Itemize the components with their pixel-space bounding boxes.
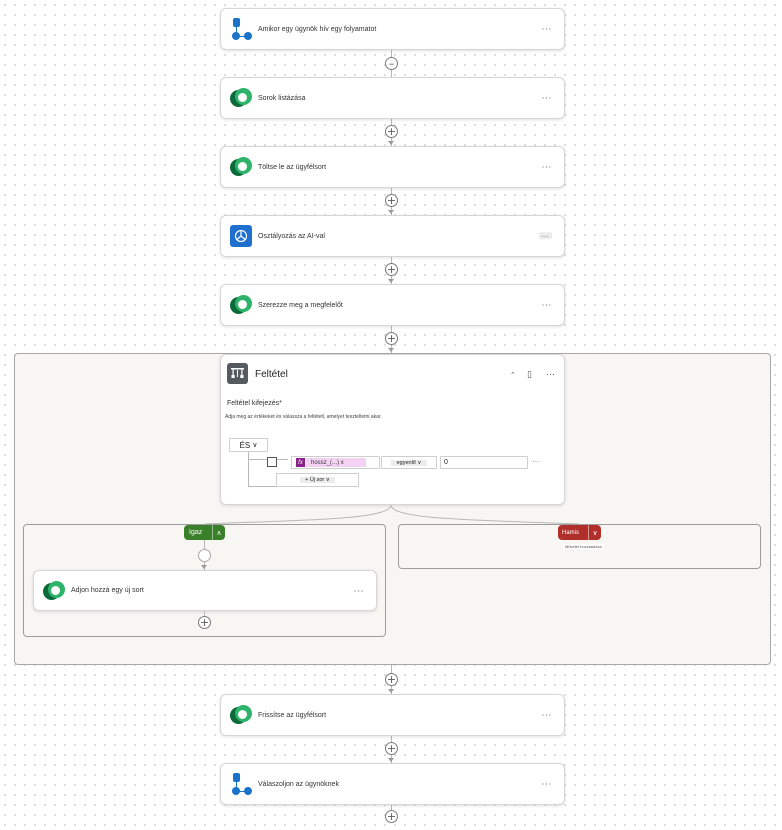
chevron-up-icon[interactable]: ∧ — [212, 525, 225, 540]
respond-to-agent-card[interactable]: Válaszoljon az ügynöknek ··· — [220, 763, 565, 805]
true-branch-label[interactable]: Igaz ∧ — [184, 525, 225, 540]
false-branch-connector — [390, 504, 580, 525]
step-title: Válaszoljon az ügynöknek — [258, 780, 339, 788]
true-label: Igaz — [189, 529, 203, 536]
more-options-button[interactable]: ··· — [542, 779, 553, 789]
arrow-icon — [388, 758, 394, 762]
plus-icon[interactable]: + — [385, 742, 398, 755]
add-new-row-card[interactable]: Adjon hozzá egy új sort ··· — [33, 570, 377, 611]
dataverse-icon — [230, 704, 252, 726]
chevron-down-icon[interactable]: ∨ — [588, 525, 601, 540]
dataverse-icon — [43, 580, 65, 602]
arrow-icon — [388, 689, 394, 693]
more-options-button[interactable]: ··· — [354, 585, 365, 595]
add-action-hint[interactable]: Művelet hozzáadása — [563, 544, 604, 549]
step-title: Frissítse az ügyfélsort — [258, 711, 327, 719]
flow-trigger-icon — [230, 773, 252, 795]
plus-icon[interactable]: + — [385, 810, 398, 823]
collapse-icon[interactable] — [198, 549, 211, 562]
step-title: Adjon hozzá egy új sort — [71, 587, 144, 594]
more-options-button[interactable]: ··· — [542, 710, 553, 720]
arrow-icon — [201, 565, 207, 569]
plus-icon[interactable]: + — [198, 616, 211, 629]
plus-icon[interactable]: + — [385, 673, 398, 686]
true-branch-connector — [204, 504, 392, 525]
false-label: Hamis — [562, 529, 580, 536]
update-customer-row-card[interactable]: Frissítse az ügyfélsort ··· — [220, 694, 565, 736]
false-branch-label[interactable]: Hamis ∨ — [558, 525, 601, 540]
